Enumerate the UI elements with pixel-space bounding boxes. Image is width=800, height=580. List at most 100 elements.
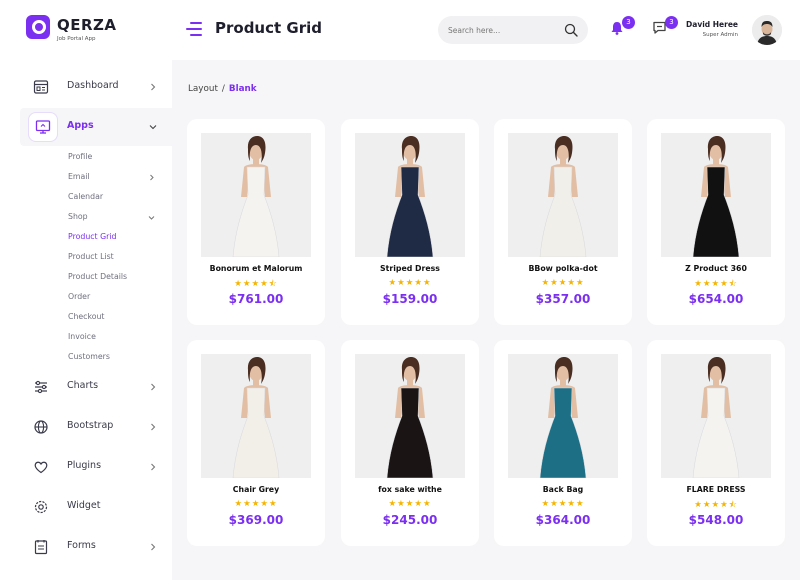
product-price: $369.00	[228, 513, 284, 527]
star-icon: ★	[260, 279, 269, 289]
submenu-profile[interactable]: Profile	[68, 152, 92, 161]
star-icon: ★	[567, 499, 576, 509]
search-box[interactable]	[438, 16, 588, 44]
star-icon: ★	[567, 278, 576, 288]
sidebar-item-bootstrap[interactable]: Bootstrap	[20, 408, 172, 446]
product-card[interactable]: BBow polka-dot ★★★★★ $357.00	[494, 119, 632, 325]
product-price: $245.00	[382, 513, 438, 527]
messages-button[interactable]: 3	[652, 16, 678, 38]
product-card[interactable]: Back Bag ★★★★★ $364.00	[494, 340, 632, 546]
product-rating: ★★★★⯪	[647, 278, 785, 292]
sidebar-item-charts[interactable]: Charts	[20, 368, 172, 406]
star-icon: ★	[720, 279, 729, 289]
submenu-product-list[interactable]: Product List	[68, 252, 114, 261]
product-image[interactable]	[508, 354, 618, 478]
star-icon: ★	[541, 499, 551, 509]
star-icon: ★	[260, 499, 269, 509]
breadcrumb-parent[interactable]: Layout	[188, 84, 218, 94]
star-icon: ⯪	[268, 279, 278, 289]
product-rating: ★★★★★	[341, 278, 479, 288]
product-card[interactable]: FLARE DRESS ★★★★⯪ $548.00	[647, 340, 785, 546]
submenu-calendar[interactable]: Calendar	[68, 192, 103, 201]
search-icon[interactable]	[564, 23, 578, 37]
star-icon: ★	[694, 279, 703, 289]
product-image[interactable]	[201, 133, 311, 257]
forms-icon	[34, 540, 48, 555]
user-role: Super Admin	[702, 32, 738, 38]
avatar[interactable]	[752, 15, 782, 45]
product-name[interactable]: Striped Dress	[341, 264, 479, 273]
breadcrumb: Layout / Blank	[188, 84, 257, 94]
product-card[interactable]: Striped Dress ★★★★★ $159.00	[341, 119, 479, 325]
sidebar-item-label: Apps	[67, 120, 94, 131]
product-image[interactable]	[355, 133, 465, 257]
sidebar-item-apps[interactable]: Apps	[20, 108, 172, 146]
chevron-right-icon	[151, 543, 156, 551]
sidebar-item-label: Plugins	[67, 460, 102, 471]
sidebar-item-plugins[interactable]: Plugins	[20, 448, 172, 486]
monitor-icon	[35, 120, 51, 134]
app-tagline: Job Portal App	[57, 36, 96, 42]
product-card[interactable]: fox sake withe ★★★★★ $245.00	[341, 340, 479, 546]
star-icon: ★	[388, 278, 398, 288]
product-name[interactable]: fox sake withe	[341, 485, 479, 494]
star-icon: ⯪	[728, 500, 738, 510]
product-image[interactable]	[661, 133, 771, 257]
submenu-shop[interactable]: Shop	[68, 212, 88, 221]
product-image[interactable]	[661, 354, 771, 478]
submenu-invoice[interactable]: Invoice	[68, 332, 96, 341]
sidebar: Dashboard Apps Profile Email Calendar Sh…	[0, 60, 172, 580]
star-icon: ★	[243, 499, 252, 509]
submenu-email[interactable]: Email	[68, 172, 90, 181]
product-name[interactable]: Bonorum et Malorum	[187, 264, 325, 273]
product-image[interactable]	[355, 354, 465, 478]
avatar-image	[752, 15, 782, 45]
settings-icon	[34, 500, 48, 514]
product-rating: ★★★★★	[494, 499, 632, 509]
chevron-right-icon	[151, 463, 156, 471]
star-icon: ★	[575, 278, 585, 288]
product-rating: ★★★★★	[341, 499, 479, 509]
submenu-product-details[interactable]: Product Details	[68, 272, 127, 281]
product-name[interactable]: FLARE DRESS	[647, 485, 785, 494]
user-info[interactable]: David Heree Super Admin	[684, 20, 738, 38]
logo-mark	[26, 15, 50, 39]
sidebar-item-label: Forms	[67, 540, 96, 551]
product-image[interactable]	[508, 133, 618, 257]
product-image[interactable]	[201, 354, 311, 478]
product-card[interactable]: Chair Grey ★★★★★ $369.00	[187, 340, 325, 546]
chevron-down-icon	[149, 125, 157, 130]
user-name: David Heree	[686, 20, 738, 29]
sidebar-item-forms[interactable]: Forms	[20, 528, 172, 566]
search-input[interactable]	[448, 25, 558, 35]
submenu-checkout[interactable]: Checkout	[68, 312, 104, 321]
submenu-customers[interactable]: Customers	[68, 352, 110, 361]
product-name[interactable]: BBow polka-dot	[494, 264, 632, 273]
star-icon: ★	[397, 278, 406, 288]
product-price: $364.00	[535, 513, 591, 527]
sidebar-item-label: Bootstrap	[67, 420, 114, 431]
notifications-button[interactable]: 3	[609, 16, 635, 38]
page-title: Product Grid	[215, 19, 322, 37]
submenu-product-grid[interactable]: Product Grid	[68, 232, 116, 241]
product-name[interactable]: Z Product 360	[647, 264, 785, 273]
menu-toggle-icon[interactable]	[186, 22, 202, 36]
star-icon: ★	[575, 499, 585, 509]
top-header: QERZA Job Portal App Product Grid 3 3 Da…	[0, 0, 800, 60]
product-rating: ★★★★★	[494, 278, 632, 288]
submenu-order[interactable]: Order	[68, 292, 90, 301]
star-icon: ★	[711, 279, 721, 289]
sidebar-item-dashboard[interactable]: Dashboard	[20, 68, 172, 106]
sidebar-item-widget[interactable]: Widget	[20, 488, 172, 526]
star-icon: ★	[541, 278, 551, 288]
app-logo[interactable]: QERZA Job Portal App	[26, 15, 117, 42]
chevron-right-icon	[151, 423, 156, 431]
product-card[interactable]: Bonorum et Malorum ★★★★⯪ $761.00	[187, 119, 325, 325]
product-price: $761.00	[228, 292, 284, 306]
product-card[interactable]: Z Product 360 ★★★★⯪ $654.00	[647, 119, 785, 325]
product-name[interactable]: Back Bag	[494, 485, 632, 494]
star-icon: ★	[388, 499, 398, 509]
globe-icon	[34, 420, 48, 434]
product-price: $654.00	[688, 292, 744, 306]
product-name[interactable]: Chair Grey	[187, 485, 325, 494]
